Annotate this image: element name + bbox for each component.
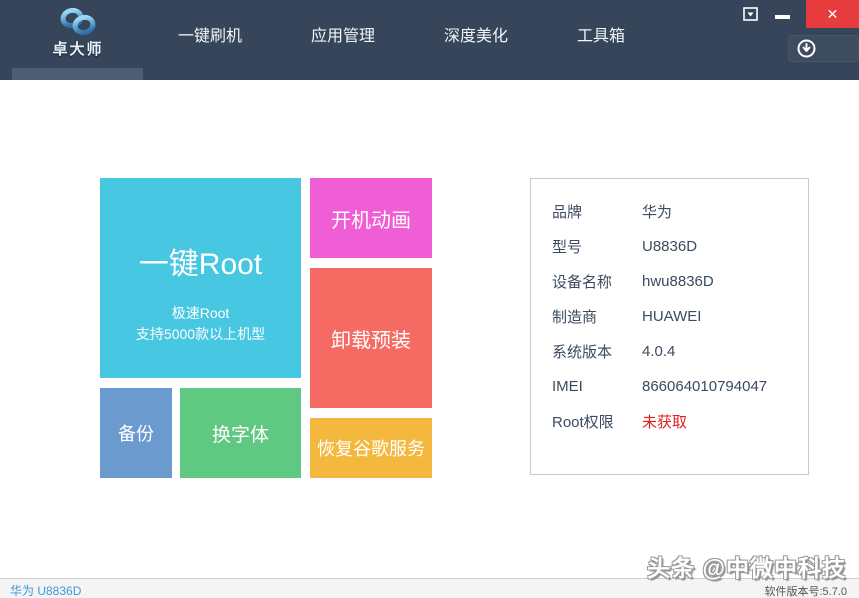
root-status-badge: 未获取 <box>642 411 687 432</box>
tile-backup[interactable]: 备份 <box>100 388 172 478</box>
tile-change-font[interactable]: 换字体 <box>180 388 301 478</box>
tray-dropdown-icon <box>743 7 758 21</box>
nav-deep-beautify[interactable]: 深度美化 <box>444 22 508 46</box>
device-info-panel: 品牌 华为 型号 U8836D 设备名称 hwu8836D 制造商 HUAWEI… <box>530 178 809 475</box>
info-value: HUAWEI <box>642 308 701 325</box>
info-label: 型号 <box>552 236 642 257</box>
info-value: hwu8836D <box>642 273 714 290</box>
info-value: U8836D <box>642 238 697 255</box>
info-row-imei: IMEI 866064010794047 <box>552 369 808 404</box>
app-name: 卓大师 <box>40 38 116 59</box>
info-row-os-version: 系统版本 4.0.4 <box>552 334 808 369</box>
info-value: 4.0.4 <box>642 343 675 360</box>
download-button[interactable] <box>788 35 859 62</box>
info-label: 设备名称 <box>552 271 642 292</box>
connected-device-label: 华为 U8836D <box>10 582 81 598</box>
one-key-root-subtitle-2: 支持5000款以上机型 <box>136 324 265 345</box>
download-icon <box>797 39 816 58</box>
one-key-root-title: 一键Root <box>139 239 262 283</box>
info-row-model: 型号 U8836D <box>552 229 808 264</box>
info-row-manufacturer: 制造商 HUAWEI <box>552 299 808 334</box>
tile-one-key-root[interactable]: 一键Root 极速Root 支持5000款以上机型 <box>100 178 301 378</box>
info-label: 品牌 <box>552 201 642 222</box>
info-row-brand: 品牌 华为 <box>552 194 808 229</box>
title-bar: 卓大师 一键刷机 应用管理 深度美化 工具箱 ✕ <box>0 0 859 80</box>
nav-app-management[interactable]: 应用管理 <box>311 22 375 46</box>
nav-one-key-flash[interactable]: 一键刷机 <box>178 22 242 46</box>
tray-menu-button[interactable] <box>743 7 758 21</box>
one-key-root-subtitle-1: 极速Root <box>172 303 230 324</box>
app-logo[interactable]: 卓大师 <box>40 4 116 64</box>
tile-boot-animation[interactable]: 开机动画 <box>310 178 432 258</box>
info-value: 866064010794047 <box>642 378 767 395</box>
info-row-device-name: 设备名称 hwu8836D <box>552 264 808 299</box>
minimize-button[interactable] <box>775 15 790 19</box>
tile-restore-google-service[interactable]: 恢复谷歌服务 <box>310 418 432 478</box>
active-tab-indicator <box>12 68 143 80</box>
info-row-root-status: Root权限 未获取 <box>552 404 808 439</box>
close-button[interactable]: ✕ <box>806 0 859 28</box>
info-label: 制造商 <box>552 306 642 327</box>
cloud-swirl-logo-icon <box>52 6 104 38</box>
main-nav: 一键刷机 应用管理 深度美化 工具箱 <box>178 0 694 68</box>
software-version-label: 软件版本号:5.7.0 <box>764 583 847 598</box>
info-label: 系统版本 <box>552 341 642 362</box>
nav-toolbox[interactable]: 工具箱 <box>577 22 625 46</box>
watermark: 头条 @中微中科技 <box>647 549 846 583</box>
info-label: Root权限 <box>552 411 642 432</box>
info-value: 华为 <box>642 201 672 222</box>
app-window: 卓大师 一键刷机 应用管理 深度美化 工具箱 ✕ 一键Root <box>0 0 859 598</box>
info-label: IMEI <box>552 378 642 395</box>
close-icon: ✕ <box>827 6 839 23</box>
tile-uninstall-preinstalled[interactable]: 卸载预装 <box>310 268 432 408</box>
